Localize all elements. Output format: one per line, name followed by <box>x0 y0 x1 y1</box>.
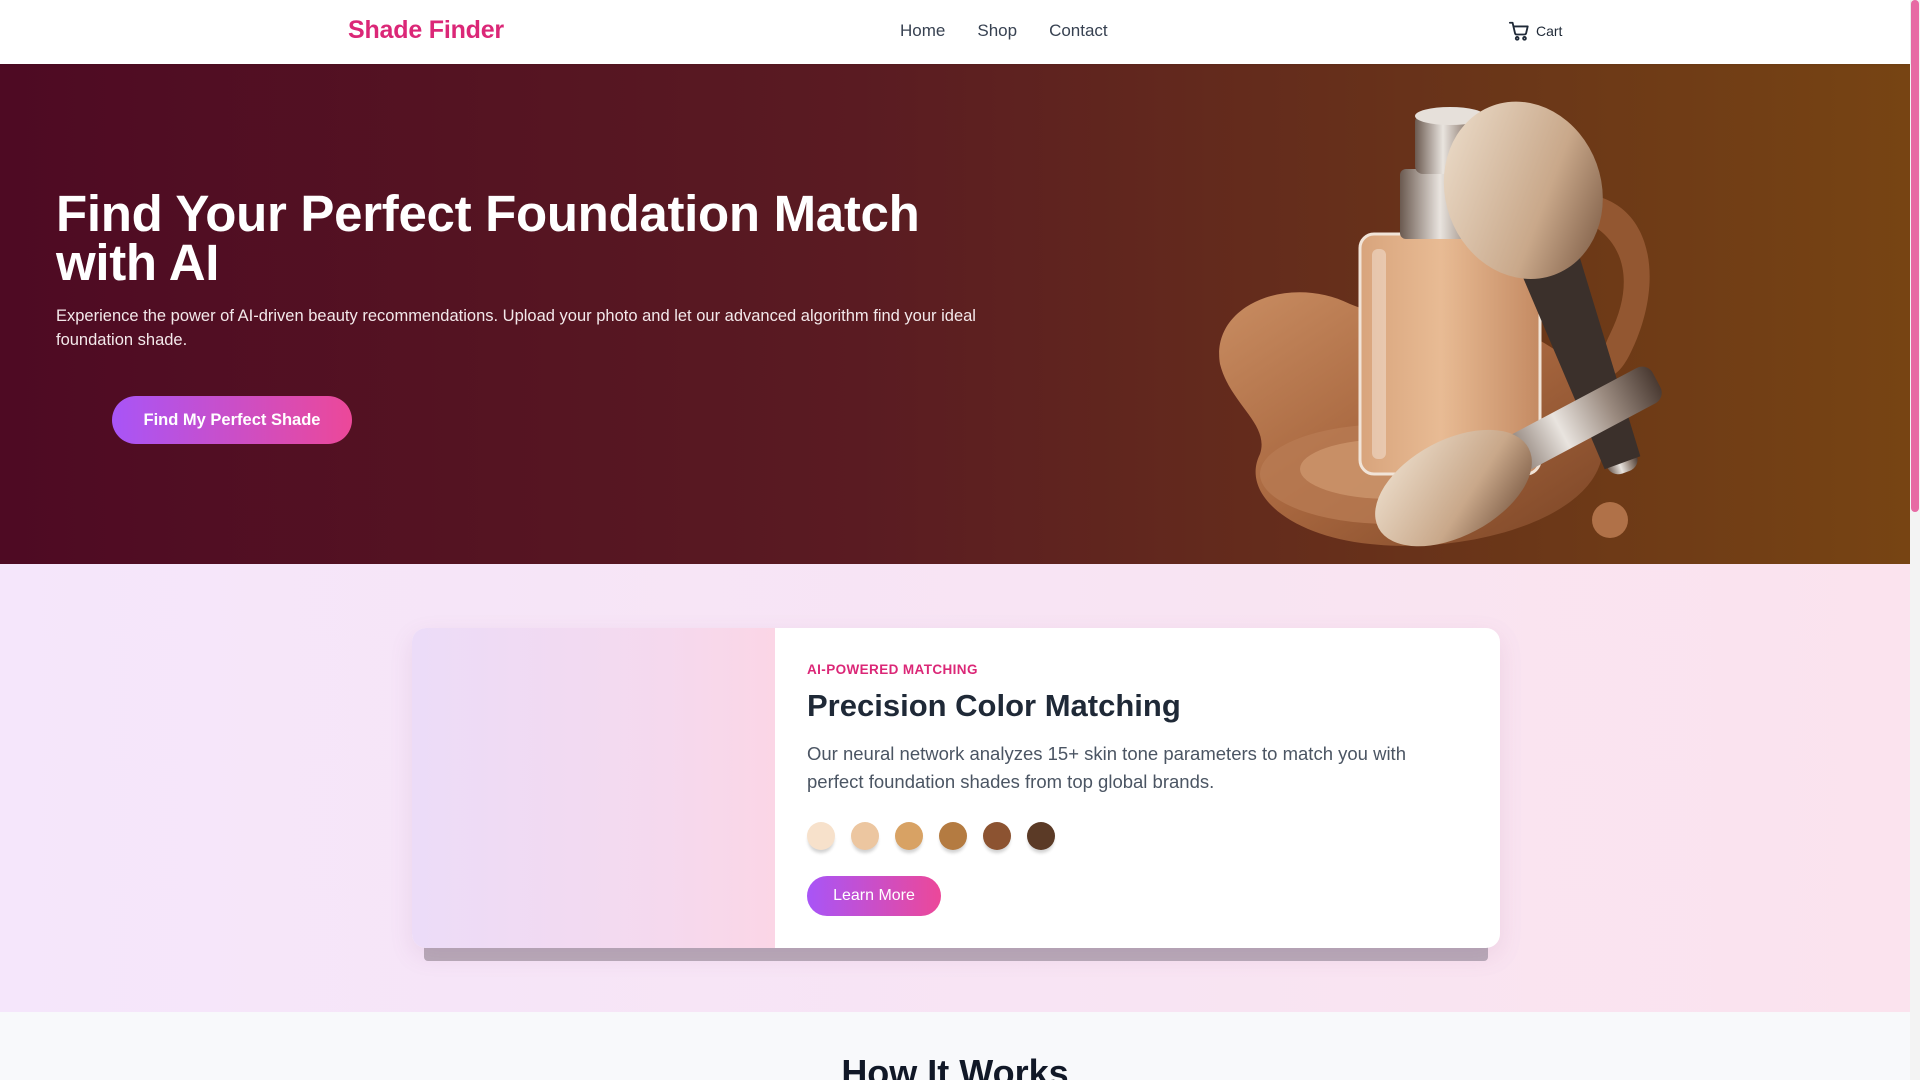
cart-button[interactable]: Cart <box>1508 20 1562 42</box>
how-it-works-title: How It Works <box>841 1052 1069 1080</box>
page-scrollbar[interactable] <box>1910 0 1920 1080</box>
shade-swatch[interactable] <box>983 822 1011 850</box>
learn-more-button[interactable]: Learn More <box>807 876 941 916</box>
hero-subtitle: Experience the power of AI-driven beauty… <box>56 307 976 349</box>
hero-title: Find Your Perfect Foundation Match with … <box>56 185 920 291</box>
cart-icon <box>1508 21 1529 41</box>
find-shade-button[interactable]: Find My Perfect Shade <box>112 396 352 444</box>
nav-contact-link[interactable]: Contact <box>1049 21 1108 41</box>
shade-swatches <box>807 822 1055 850</box>
foundation-product-illustration <box>1219 101 1662 547</box>
feature-title: Precision Color Matching <box>807 688 1181 723</box>
feature-section: AI-POWERED MATCHING Precision Color Matc… <box>0 564 1910 1012</box>
nav-home-link[interactable]: Home <box>900 21 945 41</box>
shade-swatch[interactable] <box>807 822 835 850</box>
nav-shop-link[interactable]: Shop <box>977 21 1017 41</box>
feature-card: AI-POWERED MATCHING Precision Color Matc… <box>412 628 1500 948</box>
card-shadow-bar <box>424 947 1488 961</box>
hero-section: Find Your Perfect Foundation Match with … <box>0 64 1910 564</box>
site-header: Shade Finder Home Shop Contact Cart <box>0 0 1910 64</box>
shade-swatch[interactable] <box>895 822 923 850</box>
shade-swatch[interactable] <box>939 822 967 850</box>
main-nav: Home Shop Contact <box>900 21 1108 41</box>
feature-description: Our neural network analyzes 15+ skin ton… <box>807 743 1406 792</box>
shade-swatch[interactable] <box>1027 822 1055 850</box>
cart-label: Cart <box>1536 23 1563 39</box>
feature-card-image <box>412 628 775 948</box>
shade-swatch[interactable] <box>851 822 879 850</box>
site-logo[interactable]: Shade Finder <box>348 16 504 45</box>
scrollbar-thumb[interactable] <box>1911 0 1919 512</box>
feature-eyebrow: AI-POWERED MATCHING <box>807 662 978 677</box>
how-it-works-section: How It Works <box>0 1012 1910 1080</box>
